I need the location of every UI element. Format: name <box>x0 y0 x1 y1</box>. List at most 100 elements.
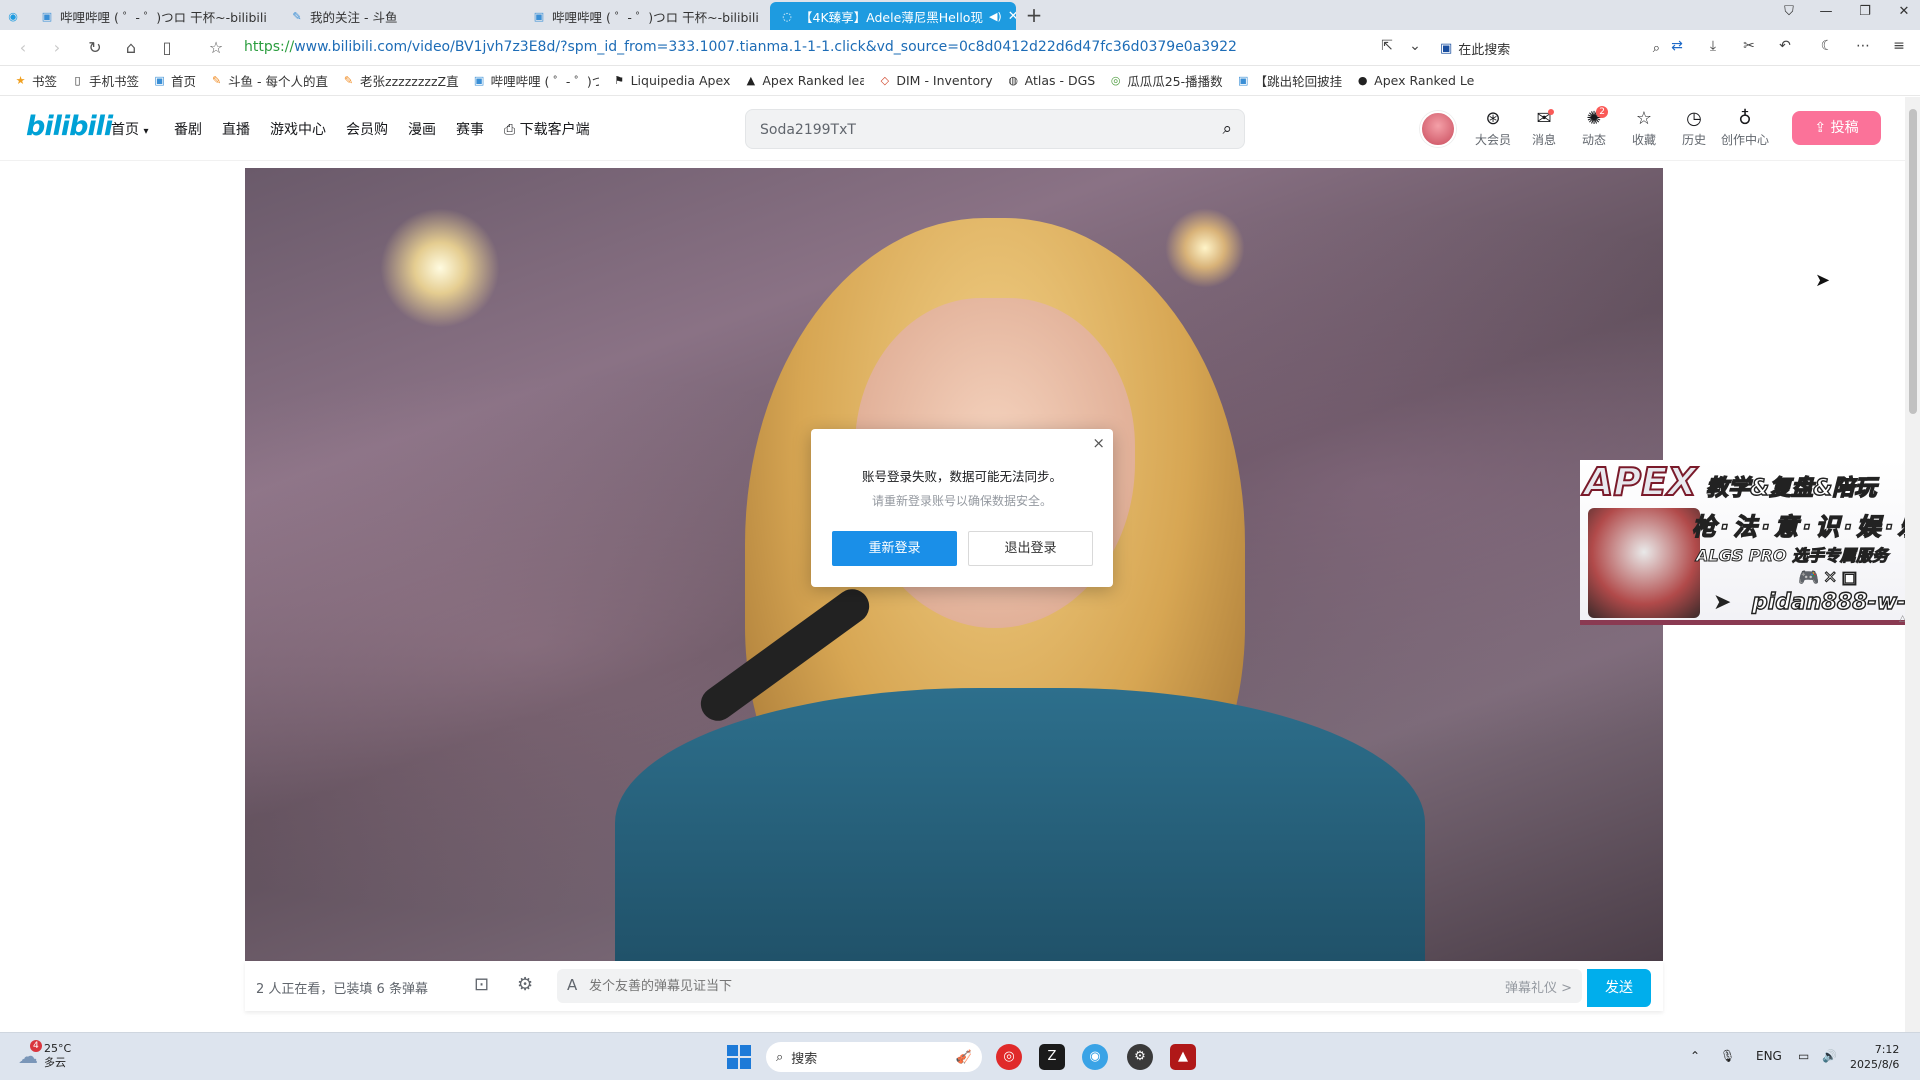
bilibili-logo[interactable]: bilibili <box>26 111 113 142</box>
text-style-icon[interactable]: A <box>567 976 577 994</box>
bookmark-item[interactable]: ▣ 哔哩哔哩 ( ゜- ゜)つ <box>473 71 599 90</box>
creator-center-button[interactable]: ♁ 创作中心 <box>1720 109 1770 148</box>
dynamic-badge: 2 <box>1596 106 1608 118</box>
audio-icon[interactable]: ◀) <box>989 10 1002 23</box>
bookmark-item[interactable]: ◍ Atlas - DGS <box>1007 73 1095 88</box>
volume-icon[interactable]: 🔊 <box>1822 1049 1837 1063</box>
undo-icon[interactable]: ↶ <box>1774 38 1796 58</box>
bookmark-item[interactable]: ▣ 【跳出轮回披挂 <box>1237 71 1342 90</box>
forward-icon[interactable]: › <box>46 37 68 59</box>
minimize-icon[interactable]: — <box>1814 4 1838 19</box>
tab-bilibili-1[interactable]: ▣ 哔哩哔哩 ( ゜- ゜)つロ 干杯~-bilibili <box>30 2 278 30</box>
bookmark-star-icon[interactable]: ☆ <box>205 37 227 59</box>
bilibili-icon: ▣ <box>154 74 165 87</box>
nav-shop[interactable]: 会员购 <box>346 119 388 139</box>
video-singer-dress <box>615 688 1425 961</box>
reader-icon[interactable]: ▯ <box>156 37 178 59</box>
dynamic-button[interactable]: 2 ✺ 动态 <box>1574 106 1614 148</box>
bookmark-item[interactable]: ◇ DIM - Inventory <box>878 73 993 88</box>
nav-home[interactable]: 首页 ▾ <box>111 119 148 139</box>
bookmark-item[interactable]: ✎ 斗鱼 - 每个人的直 <box>210 71 328 90</box>
url-field[interactable]: https://www.bilibili.com/video/BV1jvh7z3… <box>244 39 1237 55</box>
mic-icon[interactable]: 🎙 <box>1720 1049 1735 1063</box>
weather-widget[interactable]: ☁ 4 25°C 多云 <box>18 1040 71 1070</box>
apex-launcher-icon[interactable]: ▲ <box>1170 1044 1196 1070</box>
restore-icon[interactable]: ❐ <box>1853 4 1877 19</box>
netease-music-icon[interactable]: ◎ <box>996 1044 1022 1070</box>
bookmark-item[interactable]: ◎ 瓜瓜瓜25-播播数 <box>1109 71 1223 90</box>
steam-icon[interactable]: ⚙ <box>1127 1044 1153 1070</box>
nav-games[interactable]: 游戏中心 <box>270 119 326 139</box>
chevron-down-icon: ▾ <box>143 126 149 137</box>
browser-taskbar-icon[interactable]: ◉ <box>1082 1044 1108 1070</box>
close-window-icon[interactable]: ✕ <box>1892 4 1916 19</box>
reload-icon[interactable]: ↻ <box>84 37 106 59</box>
nav-download-client[interactable]: ⎙ 下载客户端 <box>504 119 590 139</box>
bookmark-item[interactable]: ● Apex Ranked Le <box>1356 73 1474 88</box>
tray-expand-icon[interactable]: ⌃ <box>1690 1049 1700 1063</box>
tab-bilibili-2[interactable]: ▣ 哔哩哔哩 ( ゜- ゜)つロ 干杯~-bilibili <box>522 2 770 30</box>
dropdown-icon[interactable]: ⌄ <box>1404 38 1426 58</box>
home-icon[interactable]: ⌂ <box>120 37 142 59</box>
network-icon[interactable]: ▭ <box>1798 1049 1809 1063</box>
weather-condition: 多云 <box>44 1056 66 1069</box>
windows-taskbar: ☁ 4 25°C 多云 ⌕ 搜索 🎻 ◎ Z ◉ ⚙ ▲ ⌃ 🎙 ENG ▭ 🔊 7:1… <box>0 1032 1920 1080</box>
avatar[interactable] <box>1420 111 1456 147</box>
danmaku-input[interactable] <box>589 976 1289 996</box>
bookmark-item[interactable]: ▣ 首页 <box>153 71 196 90</box>
taskbar-clock[interactable]: 7:12 2025/8/6 <box>1850 1042 1899 1072</box>
share-icon[interactable]: ⇱ <box>1376 38 1398 58</box>
video-player[interactable]: × 账号登录失败，数据可能无法同步。 请重新登录账号以确保数据安全。 重新登录 … <box>245 168 1663 961</box>
close-tab-icon[interactable]: ✕ <box>1008 9 1016 24</box>
scrollbar-thumb[interactable] <box>1909 109 1917 414</box>
nav-live[interactable]: 直播 <box>222 119 250 139</box>
more-icon[interactable]: ⋯ <box>1852 38 1874 58</box>
back-icon[interactable]: ‹ <box>12 37 34 59</box>
history-button[interactable]: ◷ 历史 <box>1674 109 1714 148</box>
bookmark-item[interactable]: ⚑ Liquipedia Apex <box>613 73 730 88</box>
bili-search-input[interactable] <box>760 119 1200 141</box>
bookmark-item[interactable]: ▯ 手机书签 <box>71 71 139 90</box>
relogin-button[interactable]: 重新登录 <box>832 531 957 566</box>
nav-manga[interactable]: 漫画 <box>408 119 436 139</box>
browser-menu-icon[interactable]: ◉ <box>2 2 24 30</box>
viewer-info: 2 人正在看，已装填 6 条弹幕 <box>256 982 428 997</box>
vip-button[interactable]: ⊛ 大会员 <box>1473 109 1513 148</box>
address-bar: ‹ › ↻ ⌂ ▯ ☆ https://www.bilibili.com/vid… <box>0 30 1920 66</box>
tab-adele-video[interactable]: ◌ 【4K臻享】Adele薄尼黑Hello现 ◀) ✕ <box>770 2 1016 30</box>
new-tab-button[interactable]: + <box>1022 3 1046 27</box>
phone-icon: ▯ <box>74 74 81 87</box>
bookmark-item[interactable]: ★ 书签 <box>14 71 57 90</box>
search-icon: ⌕ <box>1652 40 1660 56</box>
nav-esports[interactable]: 赛事 <box>456 119 484 139</box>
scrollbar[interactable] <box>1905 97 1920 1032</box>
translate-icon[interactable]: ⇄ <box>1666 38 1688 58</box>
bookmark-item[interactable]: ▲ Apex Ranked lea <box>744 73 865 88</box>
tab-douyu[interactable]: ✎ 我的关注 - 斗鱼 <box>280 2 520 30</box>
danmaku-etiquette-link[interactable]: 弹幕礼仪 > <box>1505 977 1572 996</box>
search-icon[interactable]: ⌕ <box>1222 119 1232 139</box>
danmaku-settings-icon[interactable]: ⚙ <box>517 974 533 995</box>
browser-tab-bar: ◉ ▣ 哔哩哔哩 ( ゜- ゜)つロ 干杯~-bilibili ✎ 我的关注 - 斗… <box>0 0 1920 30</box>
logout-button[interactable]: 退出登录 <box>968 531 1093 566</box>
upload-button[interactable]: ⇪ 投稿 <box>1792 111 1881 145</box>
nav-anime[interactable]: 番剧 <box>174 119 202 139</box>
language-indicator[interactable]: ENG <box>1756 1049 1782 1063</box>
taskbar-search[interactable]: ⌕ 搜索 🎻 <box>766 1042 982 1072</box>
bookmark-item[interactable]: ✎ 老张zzzzzzzzZ直 <box>342 71 459 90</box>
screenshot-icon[interactable]: ✂ <box>1738 38 1760 58</box>
danmaku-toggle-icon[interactable]: ⊡ <box>474 974 489 995</box>
night-mode-icon[interactable]: ☾ <box>1816 38 1838 58</box>
download-icon[interactable]: ⤓ <box>1702 38 1724 58</box>
favorite-button[interactable]: ☆ 收藏 <box>1624 109 1664 148</box>
tab-list-icon[interactable]: ⛉ <box>1777 4 1801 19</box>
send-button[interactable]: 发送 <box>1587 969 1651 1007</box>
close-icon[interactable]: × <box>1092 434 1105 452</box>
liquipedia-icon: ⚑ <box>614 74 625 87</box>
menu-icon[interactable]: ≡ <box>1888 38 1910 58</box>
browser-search[interactable]: ▣ 在此搜索 ⌕ <box>1440 36 1660 60</box>
message-button[interactable]: ✉ 消息 <box>1524 109 1564 148</box>
zlibrary-icon[interactable]: Z <box>1039 1044 1065 1070</box>
start-button[interactable] <box>727 1045 751 1069</box>
apex-ad-banner[interactable]: APEX 教学&复盘&陪玩 枪·法·意·识·娱·乐 ALGS PRO 选手专属服… <box>1580 459 1920 625</box>
